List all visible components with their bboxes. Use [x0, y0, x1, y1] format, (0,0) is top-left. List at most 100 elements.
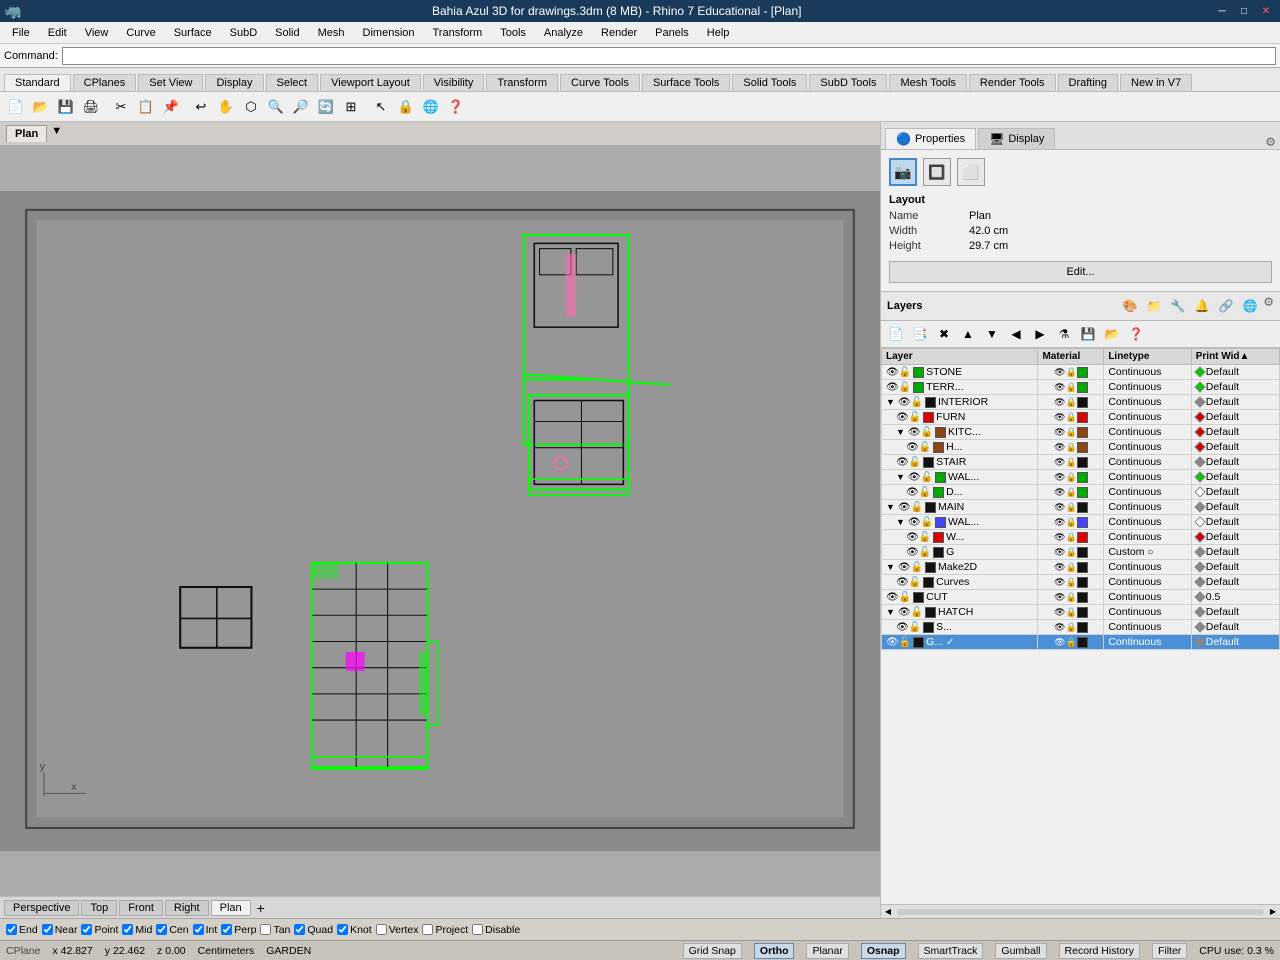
- minimize-button[interactable]: ─: [1212, 3, 1232, 19]
- hscroll-track[interactable]: [897, 909, 1264, 915]
- hscroll-left[interactable]: ◀: [881, 905, 895, 919]
- osnap-disable[interactable]: Disable: [472, 924, 520, 936]
- menu-file[interactable]: File: [4, 25, 38, 41]
- filter-btn[interactable]: ⚗: [1053, 323, 1075, 345]
- grid-button[interactable]: ⊞: [339, 95, 363, 119]
- table-row[interactable]: 👁🔓H...👁🔒ContinuousDefault: [882, 440, 1280, 455]
- toolbar-tab-select[interactable]: Select: [266, 74, 319, 91]
- tab-display[interactable]: 🖥 Display: [978, 128, 1055, 149]
- menu-edit[interactable]: Edit: [40, 25, 75, 41]
- menu-analyze[interactable]: Analyze: [536, 25, 591, 41]
- canvas-area[interactable]: x y: [0, 146, 880, 896]
- toolbar-tab-transform[interactable]: Transform: [486, 74, 558, 91]
- display-icon-btn[interactable]: ⬜: [957, 158, 985, 186]
- zoom-in-button[interactable]: 🔍: [264, 95, 288, 119]
- ortho-btn[interactable]: Ortho: [754, 943, 795, 959]
- save-button[interactable]: 💾: [54, 95, 78, 119]
- rotate-button[interactable]: 🔄: [314, 95, 338, 119]
- osnap-btn[interactable]: Osnap: [861, 943, 906, 959]
- menu-panels[interactable]: Panels: [647, 25, 697, 41]
- lock-button[interactable]: 🔒: [394, 95, 418, 119]
- toolbar-tab-subd-tools[interactable]: SubD Tools: [809, 74, 887, 91]
- layer-paint-icon[interactable]: 🎨: [1119, 295, 1141, 317]
- undo-button[interactable]: ↩: [189, 95, 213, 119]
- layer-link-icon[interactable]: 🔗: [1215, 295, 1237, 317]
- help-button[interactable]: ❓: [444, 95, 468, 119]
- toolbar-tab-display[interactable]: Display: [205, 74, 263, 91]
- table-row[interactable]: 👁🔓FURN👁🔒ContinuousDefault: [882, 410, 1280, 425]
- menu-dimension[interactable]: Dimension: [355, 25, 423, 41]
- layer-globe-icon[interactable]: 🌐: [1239, 295, 1261, 317]
- move-right-btn[interactable]: ▶: [1029, 323, 1051, 345]
- new-button[interactable]: 📄: [4, 95, 28, 119]
- table-row[interactable]: 👁🔓STONE👁🔒ContinuousDefault: [882, 365, 1280, 380]
- toolbar-tab-viewport-layout[interactable]: Viewport Layout: [320, 74, 421, 91]
- view-tab-add[interactable]: +: [257, 900, 265, 916]
- layer-bell-icon[interactable]: 🔔: [1191, 295, 1213, 317]
- zoom-out-button[interactable]: 🔎: [289, 95, 313, 119]
- layers-settings-icon[interactable]: ⚙: [1263, 295, 1274, 317]
- render-button[interactable]: 🌐: [419, 95, 443, 119]
- table-row[interactable]: 👁🔓G... ✓👁🔒ContinuousDefault: [882, 635, 1280, 650]
- menu-render[interactable]: Render: [593, 25, 645, 41]
- toolbar-tab-cplanes[interactable]: CPlanes: [73, 74, 137, 91]
- table-row[interactable]: ▼ 👁🔓WAL...👁🔒ContinuousDefault: [882, 470, 1280, 485]
- osnap-tan[interactable]: Tan: [260, 924, 290, 936]
- osnap-point[interactable]: Point: [81, 924, 118, 936]
- viewport-tab-plan[interactable]: Plan: [6, 125, 47, 142]
- print-button[interactable]: 🖨: [79, 95, 103, 119]
- osnap-near[interactable]: Near: [42, 924, 78, 936]
- toolbar-tab-visibility[interactable]: Visibility: [423, 74, 485, 91]
- toolbar-tab-standard[interactable]: Standard: [4, 74, 71, 91]
- view-tab-plan[interactable]: Plan: [211, 900, 251, 916]
- gumball-btn[interactable]: Gumball: [995, 943, 1046, 959]
- menu-tools[interactable]: Tools: [492, 25, 534, 41]
- zoom-extents-button[interactable]: ⬡: [239, 95, 263, 119]
- table-row[interactable]: ▼ 👁🔓KITC...👁🔒ContinuousDefault: [882, 425, 1280, 440]
- table-row[interactable]: ▼ 👁🔓WAL...👁🔒ContinuousDefault: [882, 515, 1280, 530]
- toolbar-tab-surface-tools[interactable]: Surface Tools: [642, 74, 730, 91]
- maximize-button[interactable]: □: [1234, 3, 1254, 19]
- smarttrack-btn[interactable]: SmartTrack: [918, 943, 984, 959]
- table-row[interactable]: 👁🔓STAIR👁🔒ContinuousDefault: [882, 455, 1280, 470]
- layer-folder-icon[interactable]: 📁: [1143, 295, 1165, 317]
- object-icon-btn[interactable]: 🔲: [923, 158, 951, 186]
- new-layer-btn[interactable]: 📄: [885, 323, 907, 345]
- copy-button[interactable]: 📋: [134, 95, 158, 119]
- toolbar-tab-set-view[interactable]: Set View: [138, 74, 203, 91]
- move-left-btn[interactable]: ◀: [1005, 323, 1027, 345]
- new-sublayer-btn[interactable]: 📑: [909, 323, 931, 345]
- table-row[interactable]: ▼ 👁🔓MAIN👁🔒ContinuousDefault: [882, 500, 1280, 515]
- titlebar-controls[interactable]: ─ □ ✕: [1212, 3, 1276, 19]
- edit-button[interactable]: Edit...: [889, 261, 1272, 283]
- record-history-btn[interactable]: Record History: [1059, 943, 1140, 959]
- camera-icon-btn[interactable]: 📷: [889, 158, 917, 186]
- menu-transform[interactable]: Transform: [425, 25, 491, 41]
- osnap-vertex[interactable]: Vertex: [376, 924, 419, 936]
- menu-surface[interactable]: Surface: [166, 25, 220, 41]
- save-state-btn[interactable]: 💾: [1077, 323, 1099, 345]
- panel-settings-icon[interactable]: ⚙: [1265, 135, 1276, 149]
- osnap-knot[interactable]: Knot: [337, 924, 372, 936]
- table-row[interactable]: ▼ 👁🔓Make2D👁🔒ContinuousDefault: [882, 560, 1280, 575]
- osnap-cen[interactable]: Cen: [156, 924, 188, 936]
- hscroll-right[interactable]: ▶: [1266, 905, 1280, 919]
- table-row[interactable]: 👁🔓CUT👁🔒Continuous0.5: [882, 590, 1280, 605]
- menu-help[interactable]: Help: [699, 25, 738, 41]
- menu-mesh[interactable]: Mesh: [310, 25, 353, 41]
- table-row[interactable]: 👁🔓W...👁🔒ContinuousDefault: [882, 530, 1280, 545]
- table-row[interactable]: 👁🔓G👁🔒Custom ○Default: [882, 545, 1280, 560]
- planar-btn[interactable]: Planar: [806, 943, 848, 959]
- pan-button[interactable]: ✋: [214, 95, 238, 119]
- osnap-quad[interactable]: Quad: [294, 924, 333, 936]
- menu-subd[interactable]: SubD: [222, 25, 266, 41]
- paste-button[interactable]: 📌: [159, 95, 183, 119]
- view-tab-perspective[interactable]: Perspective: [4, 900, 79, 916]
- cut-button[interactable]: ✂: [109, 95, 133, 119]
- help-layers-btn[interactable]: ❓: [1125, 323, 1147, 345]
- toolbar-tab-render-tools[interactable]: Render Tools: [969, 74, 1056, 91]
- viewport-dropdown[interactable]: ▼: [51, 125, 62, 142]
- command-input[interactable]: [62, 47, 1276, 65]
- menu-curve[interactable]: Curve: [118, 25, 163, 41]
- layers-hscroll[interactable]: ◀ ▶: [881, 904, 1280, 918]
